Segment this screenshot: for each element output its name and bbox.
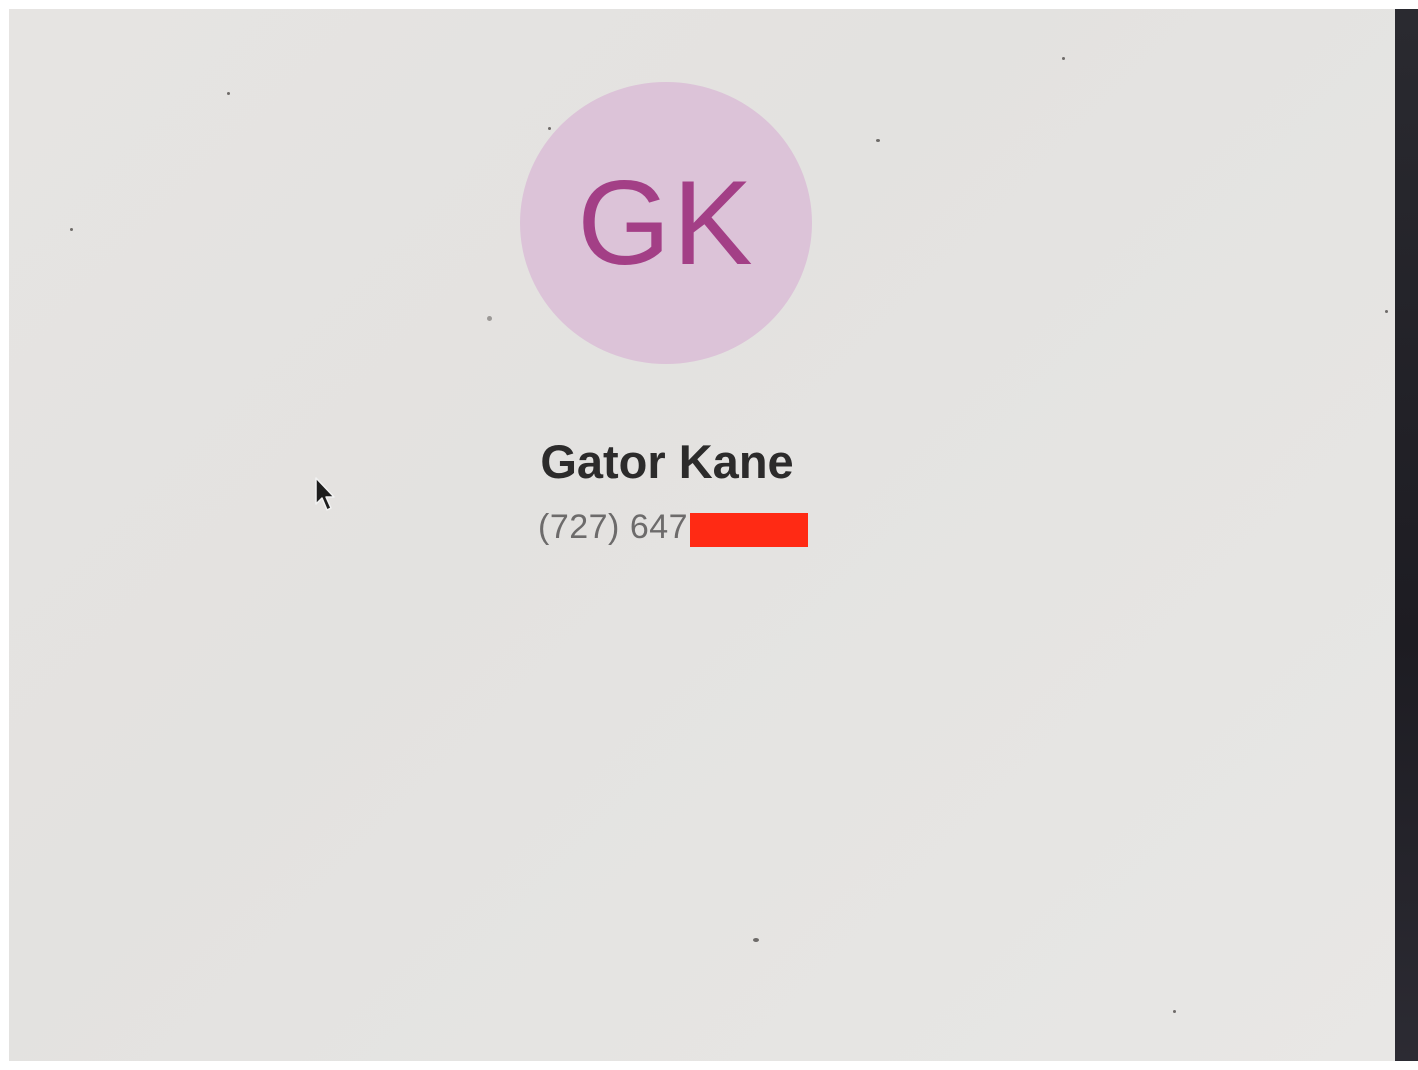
redaction-bar (690, 512, 809, 547)
dust-speck (753, 938, 759, 942)
monitor-bezel (1395, 9, 1418, 1061)
mouse-pointer-icon (315, 477, 335, 511)
dust-speck (1173, 1010, 1176, 1013)
photo-frame: GK Gator Kane (727) 647 (0, 0, 1418, 1070)
contact-name: Gator Kane (540, 435, 794, 488)
dust-speck (1385, 310, 1388, 313)
dust-speck (487, 316, 492, 321)
dust-speck (70, 228, 73, 231)
avatar: GK (520, 82, 812, 364)
phone-row: (727) 647 (538, 505, 809, 550)
dust-speck (227, 92, 230, 95)
phone-number: (727) 647 (538, 508, 689, 546)
dust-speck (548, 127, 551, 130)
dust-speck (876, 139, 880, 142)
dust-speck (1062, 57, 1065, 60)
avatar-initials: GK (577, 156, 755, 290)
